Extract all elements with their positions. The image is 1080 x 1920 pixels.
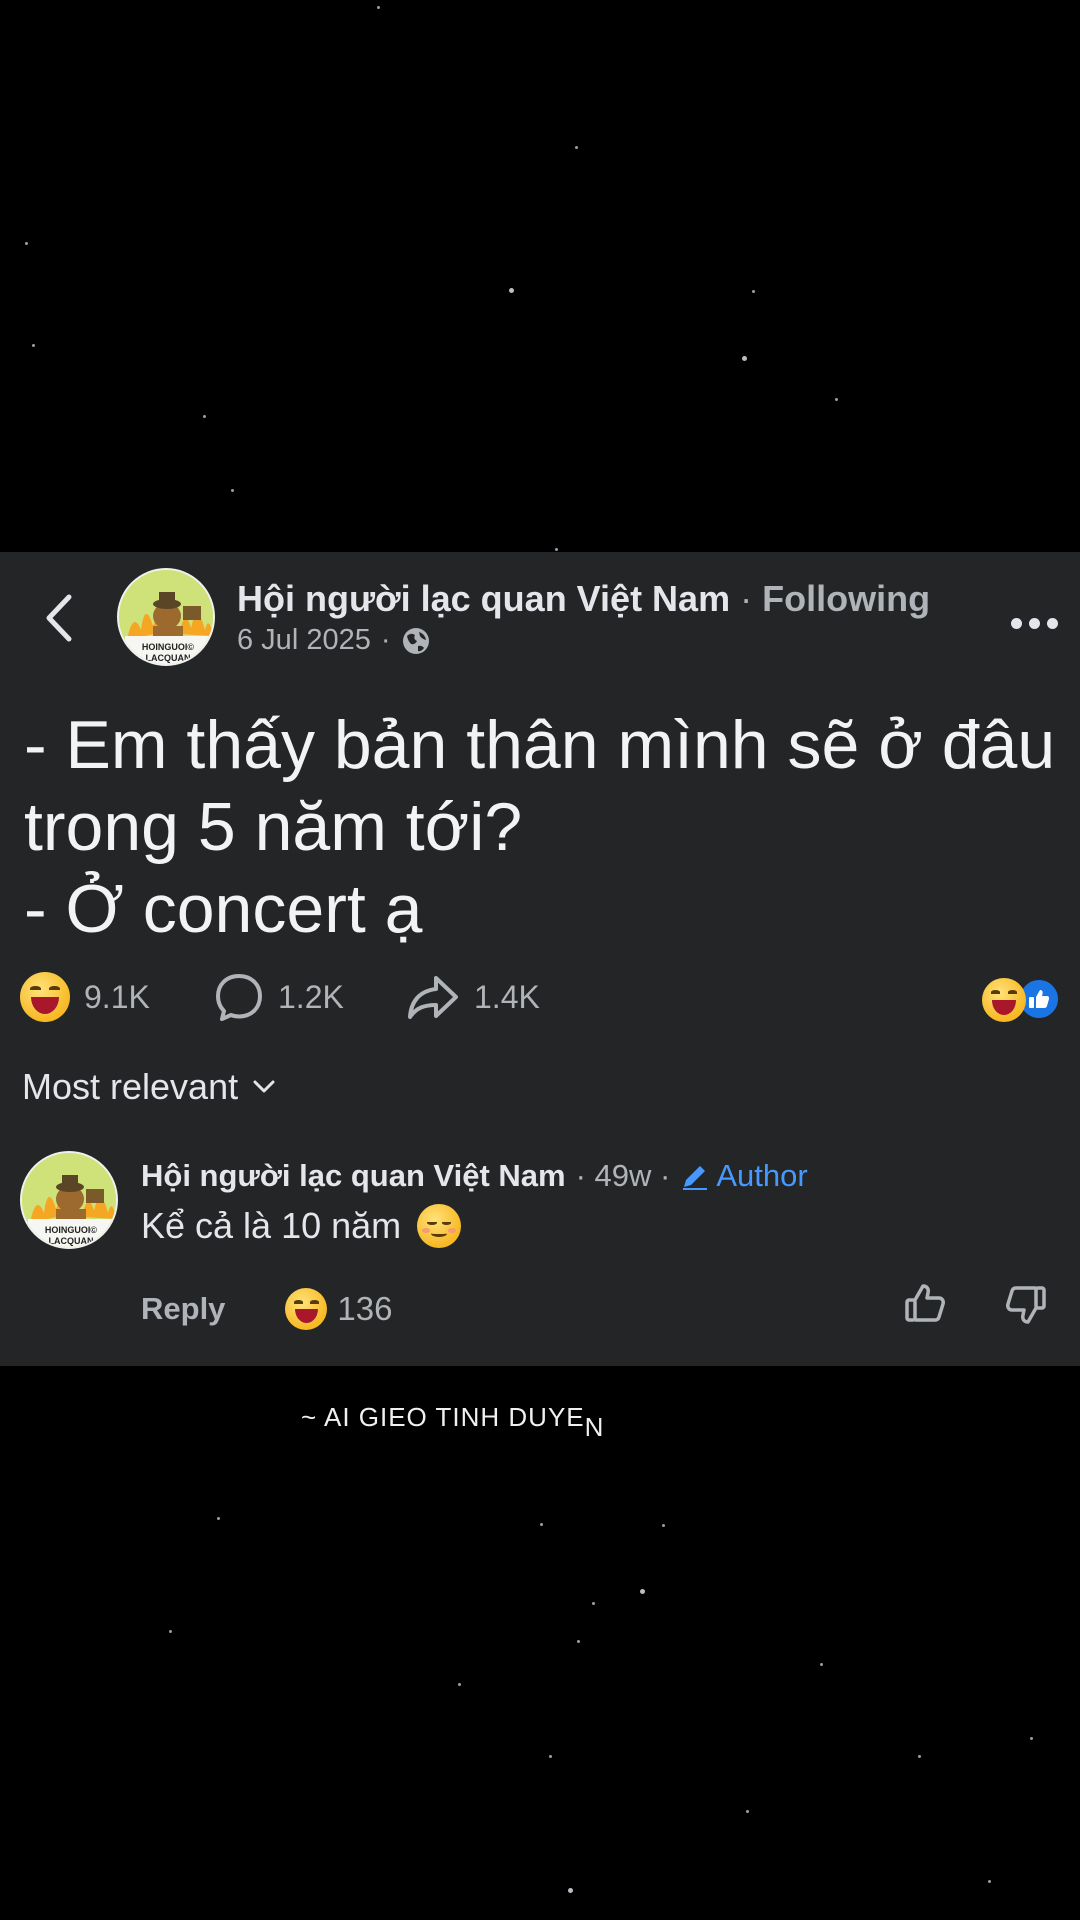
shares-stat[interactable]: 1.4K — [406, 972, 540, 1022]
globe-icon — [402, 627, 429, 654]
comment-bubble-icon — [216, 974, 262, 1021]
commenter-avatar[interactable]: HOINGUOI© LACQUAN — [20, 1151, 118, 1249]
svg-text:LACQUAN: LACQUAN — [49, 1236, 94, 1246]
commenter-name[interactable]: Hội người lạc quan Việt Nam — [141, 1158, 566, 1194]
post-body-line: - Ở concert ạ — [24, 871, 423, 947]
svg-text:HOINGUOI©: HOINGUOI© — [142, 642, 195, 652]
author-label: Author — [716, 1158, 808, 1193]
share-count: 1.4K — [474, 978, 540, 1015]
post-header-title: Hội người lạc quan Việt Nam · Following — [237, 578, 930, 620]
post-stats-bar: 9.1K 1.2K 1.4K — [20, 972, 1060, 1032]
post-card: HOINGUOI© LACQUAN Hội người lạc quan Việ… — [0, 552, 1080, 1366]
more-dot-icon — [1047, 618, 1058, 629]
pencil-icon — [683, 1166, 708, 1190]
meta-separator: · — [380, 624, 391, 656]
caption-text: ~ AI GIEO TINH DUYE — [301, 1402, 585, 1432]
chevron-down-icon — [253, 1080, 275, 1093]
post-body-line: - Em thấy bản thân mình sẽ ở đâu — [24, 707, 1056, 783]
reaction-count: 9.1K — [84, 978, 150, 1015]
comment-reaction-count: 136 — [337, 1290, 393, 1327]
sort-comments-dropdown[interactable]: Most relevant — [22, 1066, 276, 1108]
post-body-line: trong 5 năm tới? — [24, 789, 523, 865]
video-caption: ~ AI GIEO TINH DUYEN — [301, 1402, 604, 1442]
comments-stat[interactable]: 1.2K — [214, 972, 344, 1022]
comment-header: Hội người lạc quan Việt Nam · 49w · Auth… — [141, 1158, 808, 1194]
comment-reactions[interactable]: 136 — [285, 1288, 392, 1330]
back-button[interactable] — [38, 588, 78, 648]
downvote-button[interactable] — [1004, 1282, 1048, 1331]
page-name-link[interactable]: Hội người lạc quan Việt Nam — [237, 578, 730, 619]
header-separator: · — [740, 578, 753, 619]
more-dot-icon — [1011, 618, 1022, 629]
comment-body: Kể cả là 10 năm — [141, 1205, 402, 1246]
post-meta: 6 Jul 2025 · — [237, 624, 431, 657]
thumbs-up-icon — [905, 1284, 945, 1322]
haha-reaction-icon — [20, 972, 70, 1022]
haha-reaction-icon — [285, 1288, 328, 1330]
comment-count: 1.2K — [278, 978, 344, 1015]
caption-drop-letter: N — [584, 1412, 605, 1442]
svg-text:HOINGUOI©: HOINGUOI© — [45, 1225, 98, 1235]
share-arrow-icon — [408, 976, 458, 1019]
author-badge: Author — [680, 1158, 808, 1194]
comment-text: Kể cả là 10 năm — [141, 1204, 462, 1248]
thumbs-down-icon — [1006, 1286, 1046, 1324]
smiling-face-icon — [417, 1204, 462, 1248]
following-button[interactable]: Following — [762, 578, 930, 619]
reply-button[interactable]: Reply — [141, 1291, 225, 1327]
post-body: - Em thấy bản thân mình sẽ ở đâu trong 5… — [24, 704, 1064, 950]
svg-text:LACQUAN: LACQUAN — [146, 653, 191, 663]
haha-reaction-icon — [982, 978, 1026, 1022]
comment-time: · 49w · — [575, 1158, 671, 1193]
comment-actions: Reply 136 — [141, 1288, 392, 1330]
post-date[interactable]: 6 Jul 2025 — [237, 624, 371, 657]
more-dot-icon — [1029, 618, 1040, 629]
page-avatar[interactable]: HOINGUOI© LACQUAN — [117, 568, 215, 666]
sort-label: Most relevant — [22, 1066, 239, 1107]
reactions-stat[interactable]: 9.1K — [20, 972, 150, 1022]
reaction-summary[interactable] — [982, 978, 1060, 1022]
more-options-button[interactable] — [1011, 618, 1058, 629]
chevron-left-icon — [46, 594, 72, 642]
upvote-button[interactable] — [903, 1282, 947, 1331]
